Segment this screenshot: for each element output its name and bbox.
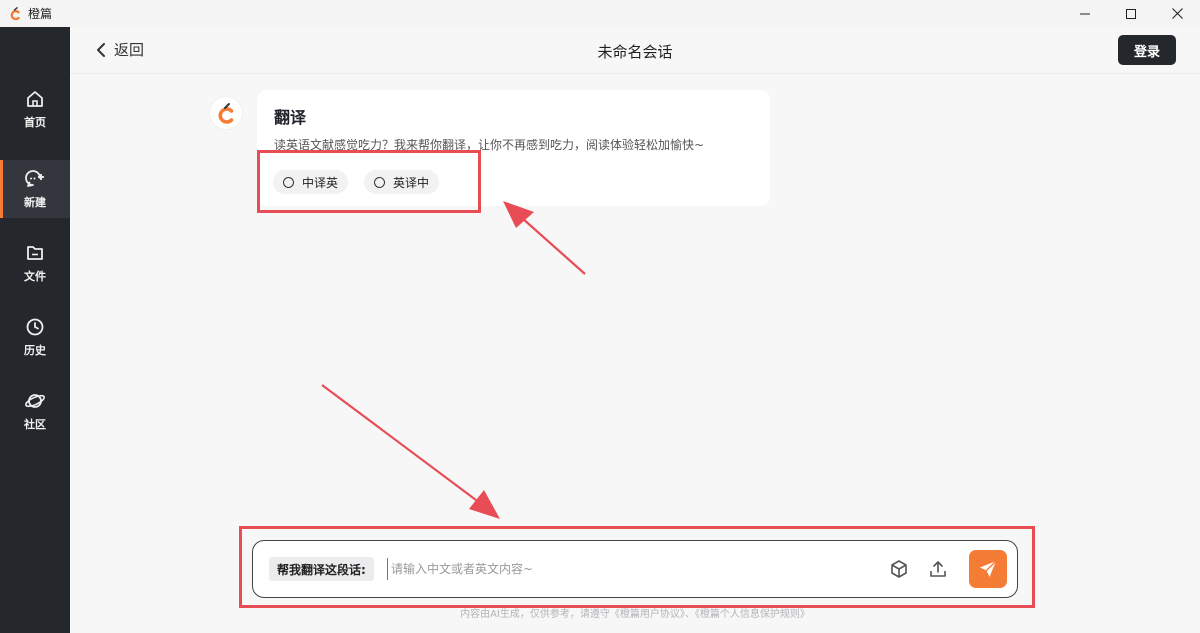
new-chat-icon bbox=[25, 169, 44, 187]
sidebar-item-files[interactable]: 文件 bbox=[0, 234, 70, 292]
arrow-to-composer bbox=[321, 384, 481, 504]
minimize-button[interactable] bbox=[1062, 0, 1108, 27]
sidebar-item-label: 文件 bbox=[24, 269, 46, 283]
planet-icon bbox=[25, 393, 45, 408]
close-window-button[interactable] bbox=[1154, 0, 1200, 27]
ai-disclaimer: 内容由AI生成，仅供参考，请遵守《橙篇用户协议》、《橙篇个人信息保护规则》 bbox=[460, 609, 810, 620]
upload-icon bbox=[930, 561, 946, 577]
message-composer: 帮我翻译这段话: bbox=[252, 540, 1018, 598]
window-title: 橙篇 bbox=[28, 7, 53, 21]
send-icon bbox=[980, 560, 997, 577]
plugin-button[interactable] bbox=[887, 557, 911, 581]
sidebar-item-label: 新建 bbox=[24, 195, 46, 209]
app-logo-icon bbox=[8, 6, 22, 21]
maximize-icon bbox=[1126, 8, 1136, 19]
sidebar: 首页 新建 文件 历史 社区 bbox=[0, 27, 70, 633]
maximize-button[interactable] bbox=[1108, 0, 1154, 27]
login-button[interactable]: 登录 bbox=[1118, 35, 1176, 65]
sidebar-item-label: 历史 bbox=[24, 343, 46, 357]
window-titlebar: 橙篇 bbox=[0, 0, 1200, 27]
prompt-tag[interactable]: 帮我翻译这段话: bbox=[269, 557, 374, 581]
message-input[interactable] bbox=[387, 558, 867, 580]
app-logo-icon bbox=[218, 103, 234, 124]
send-button[interactable] bbox=[969, 550, 1007, 588]
chat-header: 返回 未命名会话 登录 bbox=[70, 27, 1200, 74]
sidebar-item-label: 社区 bbox=[24, 417, 46, 431]
minimize-icon bbox=[1080, 13, 1090, 14]
arrowhead-composer bbox=[469, 490, 500, 519]
close-icon bbox=[1171, 8, 1183, 19]
highlight-box-options bbox=[257, 150, 481, 213]
bot-avatar bbox=[210, 97, 242, 129]
sidebar-item-history[interactable]: 历史 bbox=[0, 308, 70, 366]
cube-icon bbox=[891, 560, 907, 578]
arrow-to-options bbox=[521, 217, 586, 275]
clock-icon bbox=[26, 318, 44, 335]
card-title: 翻译 bbox=[274, 108, 307, 127]
sidebar-item-new[interactable]: 新建 bbox=[0, 160, 70, 218]
sidebar-item-label: 首页 bbox=[24, 115, 46, 129]
sidebar-item-community[interactable]: 社区 bbox=[0, 382, 70, 440]
page-title: 未命名会话 bbox=[597, 43, 673, 61]
upload-button[interactable] bbox=[926, 557, 950, 581]
folder-icon bbox=[27, 245, 43, 260]
home-icon bbox=[27, 90, 43, 107]
sidebar-item-home[interactable]: 首页 bbox=[0, 80, 70, 138]
